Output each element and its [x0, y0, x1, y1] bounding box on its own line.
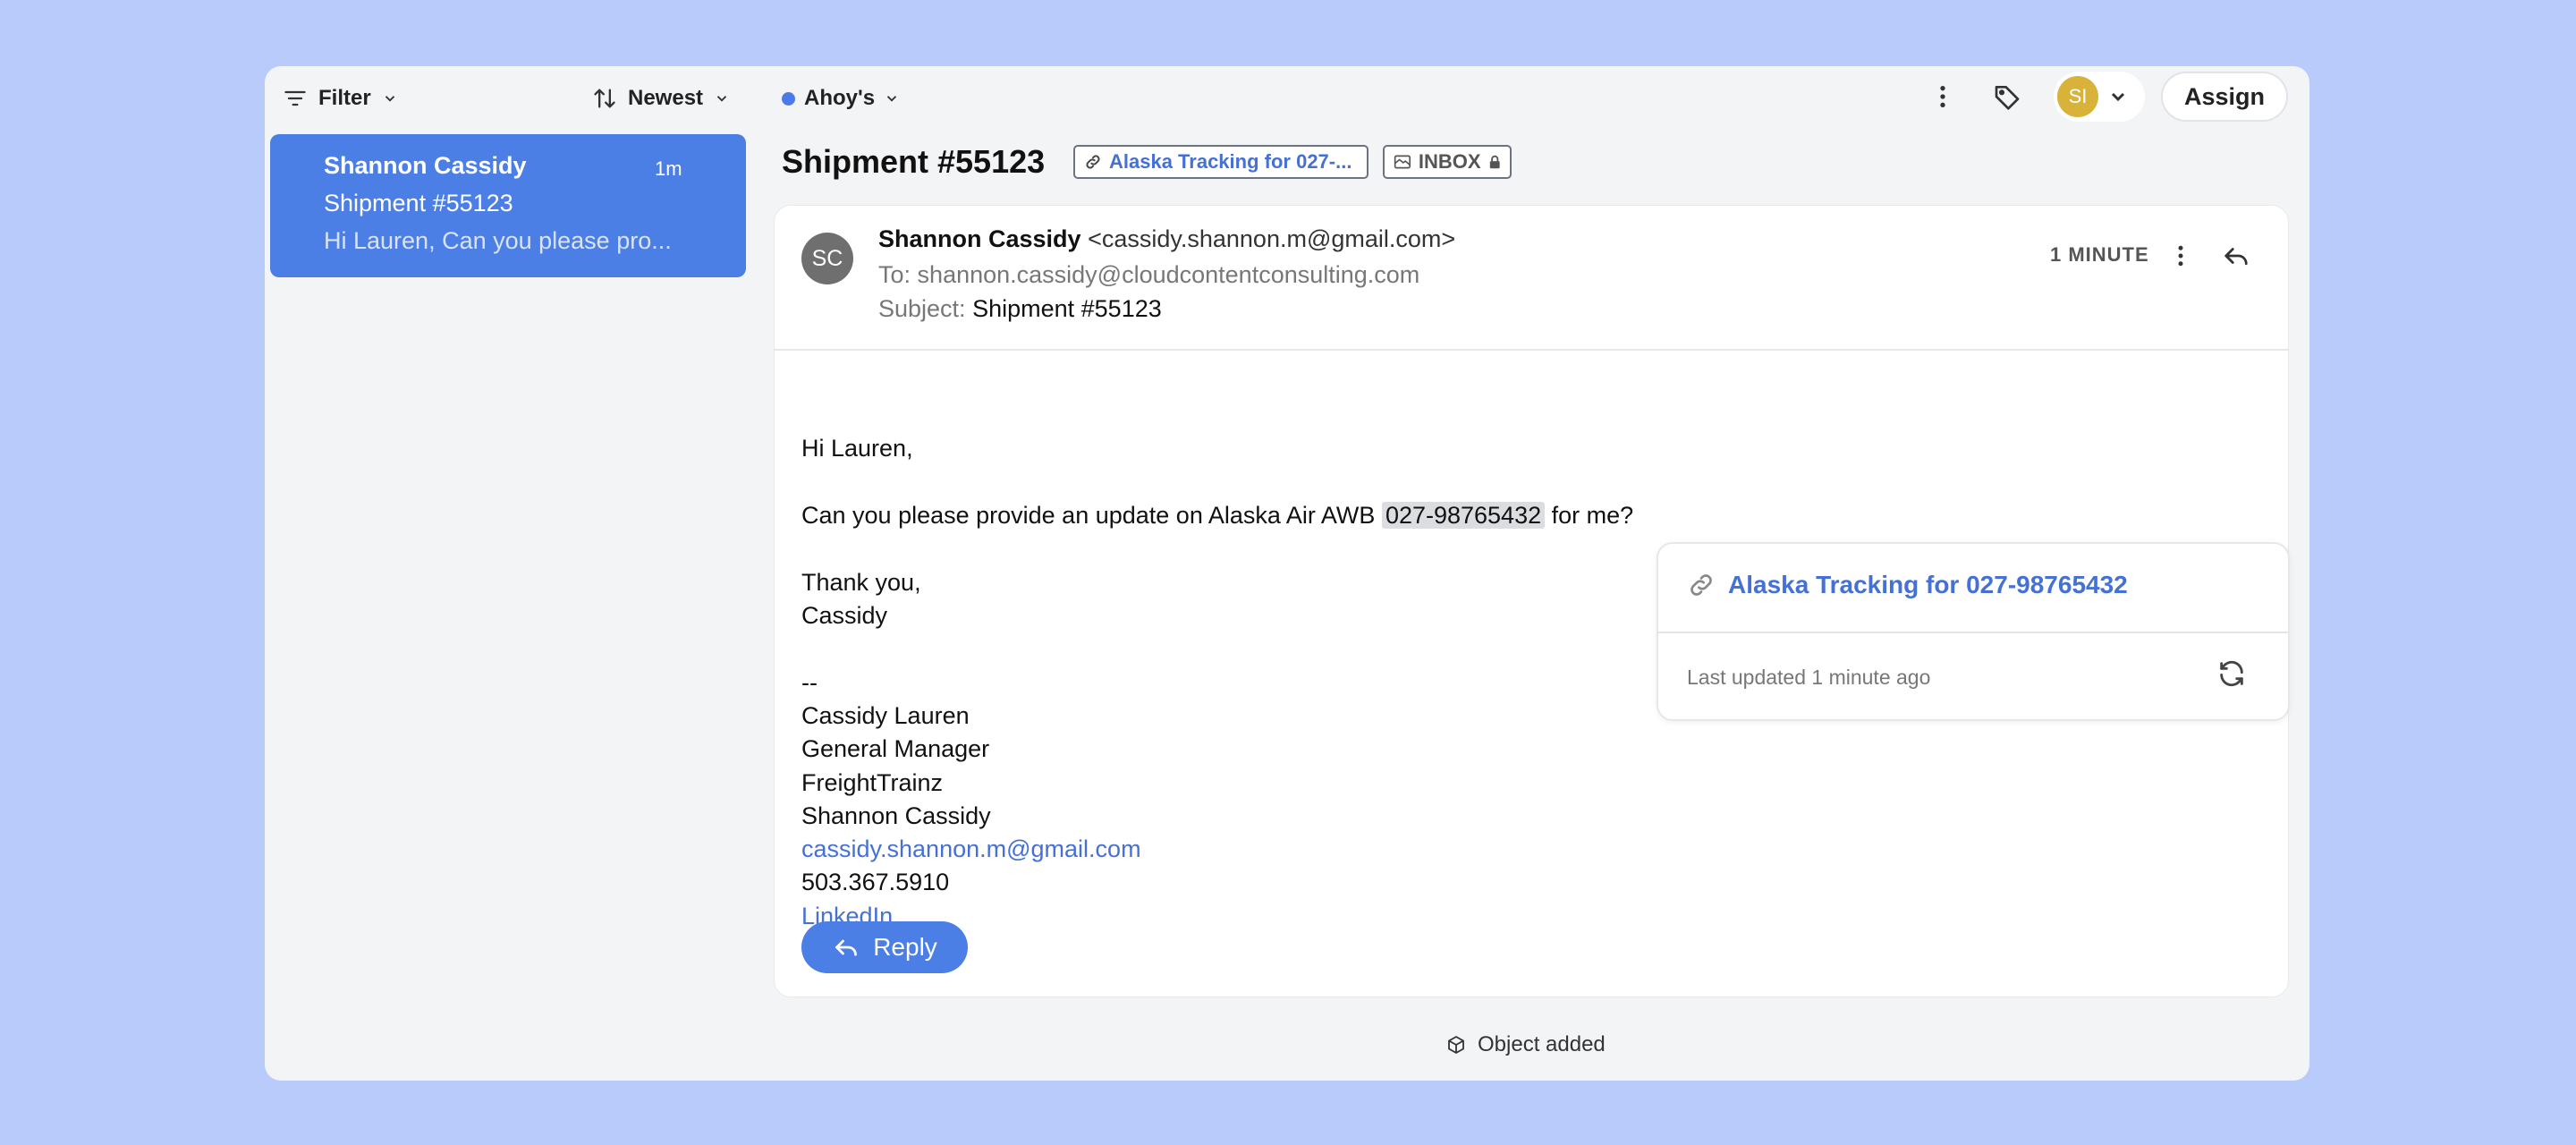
message-from: Shannon Cassidy <cassidy.shannon.m@gmail… — [878, 225, 1455, 253]
chevron-down-icon — [886, 96, 897, 102]
inbox-selector[interactable]: Ahoy's — [782, 86, 900, 111]
refresh-button[interactable] — [2216, 658, 2247, 693]
sender-avatar: SC — [801, 233, 853, 284]
message-subject: Subject: Shipment #55123 — [878, 295, 1162, 323]
signature-company: FreightTrainz — [801, 769, 944, 796]
sender-email: <cassidy.shannon.m@gmail.com> — [1088, 225, 1456, 252]
sender-name: Shannon Cassidy — [878, 225, 1081, 252]
inbox-color-dot — [782, 91, 795, 106]
conversation-time: 1m — [655, 157, 682, 180]
chevron-down-icon — [2111, 92, 2125, 102]
message-to: To: shannon.cassidy@cloudcontentconsulti… — [878, 261, 1419, 289]
assignee-selector[interactable]: SI — [2054, 72, 2145, 122]
inbox-tag[interactable]: INBOX — [1383, 145, 1512, 179]
reply-label: Reply — [873, 933, 937, 961]
reply-icon — [835, 939, 858, 956]
filter-label: Filter — [318, 86, 371, 110]
lock-icon — [1489, 155, 1500, 169]
conversation-subject: Shipment #55123 — [324, 190, 513, 216]
to-label: To: — [878, 261, 911, 288]
reply-button[interactable]: Reply — [801, 921, 968, 973]
body-request-end: for me? — [1551, 502, 1634, 529]
subject-label: Subject: — [878, 295, 966, 322]
body-greeting: Hi Lauren, — [801, 435, 913, 462]
chevron-down-icon — [716, 96, 727, 102]
link-tag-label: Alaska Tracking for 027-... — [1109, 150, 1352, 173]
inbox-tag-label: INBOX — [1418, 150, 1481, 173]
tracking-popup: Alaska Tracking for 027-98765432 Last up… — [1657, 542, 2290, 721]
sort-icon — [594, 89, 615, 108]
signature-phone: 503.367.5910 — [801, 869, 950, 895]
status-text: Object added — [1478, 1032, 1606, 1056]
inbox-icon — [1394, 155, 1411, 169]
link-tag[interactable]: Alaska Tracking for 027-... — [1073, 145, 1368, 179]
body-thanks: Thank you, — [801, 569, 921, 596]
link-icon — [1690, 574, 1712, 596]
message-header: SC Shannon Cassidy <cassidy.shannon.m@gm… — [775, 206, 2288, 351]
avatar: SI — [2057, 76, 2098, 117]
cube-icon — [1448, 1036, 1464, 1054]
message-more-button[interactable] — [2165, 238, 2197, 274]
body-request: Can you please provide an update on Alas… — [801, 502, 1633, 530]
tracking-link[interactable]: Alaska Tracking for 027-98765432 — [1687, 571, 2128, 599]
conversation-preview: Hi Lauren, Can you please pro... — [324, 227, 672, 254]
signature-email-link[interactable]: cassidy.shannon.m@gmail.com — [801, 835, 1141, 863]
popup-divider — [1658, 632, 2288, 633]
signature-contact-name: Shannon Cassidy — [801, 802, 991, 829]
message-reply-button[interactable] — [2216, 238, 2256, 274]
more-options-button[interactable] — [1925, 79, 1961, 114]
subject-value: Shipment #55123 — [972, 295, 1162, 322]
reply-icon — [2224, 248, 2248, 266]
tag-button[interactable] — [1989, 79, 2025, 114]
to-value: shannon.cassidy@cloudcontentconsulting.c… — [917, 261, 1420, 288]
tracking-link-label: Alaska Tracking for 027-98765432 — [1728, 571, 2128, 598]
more-vertical-icon — [2178, 245, 2183, 267]
signature-separator: -- — [801, 669, 818, 696]
sort-label: Newest — [628, 86, 704, 110]
body-signoff: Cassidy — [801, 602, 888, 629]
filter-icon — [284, 90, 306, 106]
message-time: 1 MINUTE — [2050, 243, 2149, 266]
popup-last-updated: Last updated 1 minute ago — [1687, 666, 1931, 689]
body-request-text: Can you please provide an update on Alas… — [801, 502, 1376, 529]
toolbar: Filter Newest Ahoy's SI Assign — [265, 66, 2309, 132]
refresh-icon — [2220, 660, 2243, 687]
sort-button[interactable]: Newest — [592, 86, 730, 111]
link-icon — [1086, 155, 1100, 169]
thread-title: Shipment #55123 — [782, 143, 1046, 180]
tag-icon — [1995, 86, 2020, 110]
chevron-down-icon — [385, 96, 394, 102]
inbox-label: Ahoy's — [804, 86, 876, 110]
conversation-sender: Shannon Cassidy — [324, 152, 527, 179]
signature-title: General Manager — [801, 735, 990, 762]
signature-name: Cassidy Lauren — [801, 702, 970, 729]
app-window: Filter Newest Ahoy's SI Assign Shannon C… — [265, 66, 2309, 1081]
status-footer: Object added — [1445, 1032, 1606, 1057]
awb-number-highlight[interactable]: 027-98765432 — [1381, 502, 1546, 529]
more-vertical-icon — [1940, 86, 1945, 107]
assign-button[interactable]: Assign — [2161, 72, 2288, 122]
filter-button[interactable]: Filter — [283, 86, 398, 111]
